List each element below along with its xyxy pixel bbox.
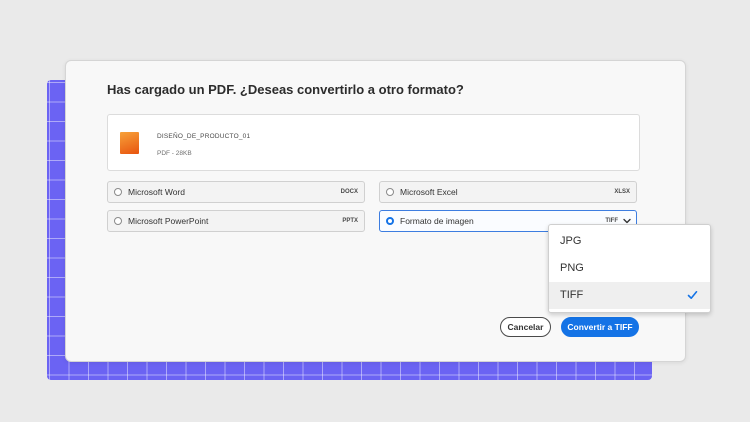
file-card: DISEÑO_DE_PRODUCTO_01 PDF - 28KB: [107, 114, 640, 171]
cancel-button[interactable]: Cancelar: [500, 317, 551, 337]
option-powerpoint-ext: PPTX: [342, 218, 358, 224]
dropdown-item-png[interactable]: PNG: [549, 255, 710, 282]
checkmark-icon: [687, 290, 698, 299]
option-excel[interactable]: Microsoft Excel XLSX: [379, 181, 637, 203]
file-name: DISEÑO_DE_PRODUCTO_01: [157, 133, 251, 140]
dropdown-item-label: PNG: [560, 262, 584, 274]
option-powerpoint-label: Microsoft PowerPoint: [128, 216, 209, 226]
radio-excel[interactable]: [386, 188, 394, 196]
dialog-title: Has cargado un PDF. ¿Deseas convertirlo …: [107, 82, 464, 97]
dropdown-item-label: TIFF: [560, 289, 584, 301]
option-word-ext: DOCX: [340, 189, 358, 195]
option-word[interactable]: Microsoft Word DOCX: [107, 181, 365, 203]
format-dropdown-menu: JPG PNG TIFF: [548, 224, 711, 313]
radio-image-format[interactable]: [386, 217, 394, 225]
dropdown-item-label: JPG: [560, 235, 582, 247]
dropdown-item-tiff[interactable]: TIFF: [549, 282, 710, 309]
option-excel-ext: XLSX: [614, 189, 630, 195]
radio-word[interactable]: [114, 188, 122, 196]
option-powerpoint[interactable]: Microsoft PowerPoint PPTX: [107, 210, 365, 232]
convert-dialog: Has cargado un PDF. ¿Deseas convertirlo …: [65, 60, 686, 362]
file-meta: PDF - 28KB: [157, 150, 192, 157]
dropdown-item-jpg[interactable]: JPG: [549, 228, 710, 255]
option-image-format-label: Formato de imagen: [400, 216, 474, 226]
convert-button[interactable]: Convertir a TIFF: [561, 317, 639, 337]
radio-powerpoint[interactable]: [114, 217, 122, 225]
option-word-label: Microsoft Word: [128, 187, 185, 197]
pdf-file-icon: [120, 132, 139, 154]
option-excel-label: Microsoft Excel: [400, 187, 458, 197]
